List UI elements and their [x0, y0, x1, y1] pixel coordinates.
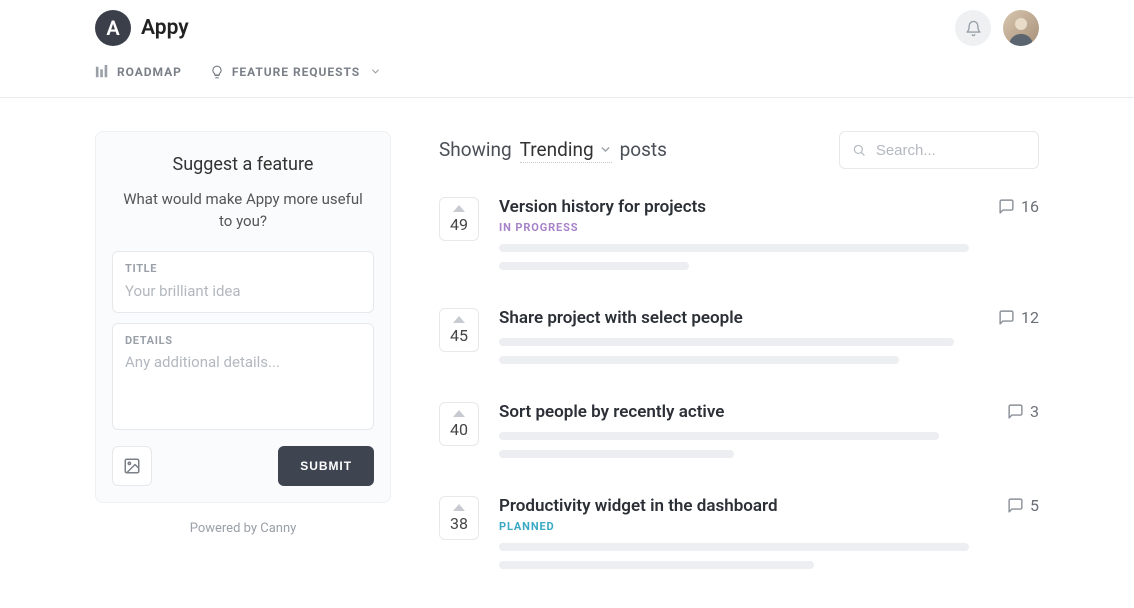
- lightbulb-icon: [210, 65, 224, 79]
- post-title[interactable]: Share project with select people: [499, 308, 743, 328]
- nav-roadmap-label: ROADMAP: [117, 65, 182, 79]
- nav-feature-requests-label: FEATURE REQUESTS: [232, 65, 360, 79]
- vote-count: 45: [450, 326, 468, 345]
- suggest-feature-card: Suggest a feature What would make Appy m…: [95, 131, 391, 503]
- details-field[interactable]: DETAILS: [112, 323, 374, 430]
- comments-link[interactable]: 16: [998, 197, 1039, 216]
- bell-icon: [965, 20, 982, 37]
- nav-roadmap[interactable]: ROADMAP: [95, 65, 182, 79]
- vote-count: 38: [450, 514, 468, 533]
- upvote-icon: [453, 316, 465, 323]
- nav-feature-requests[interactable]: FEATURE REQUESTS: [210, 65, 381, 79]
- avatar-icon: [1003, 10, 1039, 46]
- comment-count: 12: [1021, 308, 1039, 327]
- comments-link[interactable]: 12: [998, 308, 1039, 327]
- comment-count: 5: [1030, 496, 1039, 515]
- comments-link[interactable]: 5: [1007, 496, 1039, 515]
- post-title[interactable]: Productivity widget in the dashboard: [499, 496, 778, 516]
- comments-link[interactable]: 3: [1007, 402, 1039, 421]
- post-title[interactable]: Version history for projects: [499, 197, 706, 217]
- comment-icon: [1007, 403, 1024, 420]
- comment-count: 16: [1021, 197, 1039, 216]
- vote-button[interactable]: 38: [439, 496, 479, 540]
- upvote-icon: [453, 410, 465, 417]
- post-item[interactable]: 45 Share project with select people 12: [439, 308, 1039, 374]
- title-input[interactable]: [125, 282, 361, 300]
- comment-count: 3: [1030, 402, 1039, 421]
- roadmap-icon: [95, 65, 109, 79]
- search-box[interactable]: [839, 131, 1039, 169]
- comment-icon: [998, 309, 1015, 326]
- vote-button[interactable]: 45: [439, 308, 479, 352]
- showing-label: Showing: [439, 138, 512, 161]
- title-field[interactable]: TITLE: [112, 251, 374, 313]
- posts-label: posts: [620, 138, 667, 161]
- powered-by[interactable]: Powered by Canny: [95, 521, 391, 536]
- skeleton-line: [499, 262, 689, 270]
- details-label: DETAILS: [125, 334, 361, 347]
- comment-icon: [1007, 497, 1024, 514]
- post-item[interactable]: 38 Productivity widget in the dashboard …: [439, 496, 1039, 579]
- submit-button[interactable]: SUBMIT: [278, 446, 374, 486]
- search-input[interactable]: [876, 142, 1026, 159]
- sort-value: Trending: [520, 138, 594, 161]
- skeleton-line: [499, 450, 734, 458]
- vote-count: 49: [450, 215, 468, 234]
- post-item[interactable]: 40 Sort people by recently active 3: [439, 402, 1039, 468]
- skeleton-line: [499, 356, 899, 364]
- skeleton-line: [499, 561, 814, 569]
- skeleton-line: [499, 543, 969, 551]
- details-input[interactable]: [125, 353, 361, 413]
- app-logo[interactable]: A: [95, 10, 131, 46]
- suggest-heading: Suggest a feature: [112, 154, 374, 175]
- user-avatar[interactable]: [1003, 10, 1039, 46]
- vote-count: 40: [450, 420, 468, 439]
- showing-row: Showing Trending posts: [439, 138, 667, 163]
- skeleton-line: [499, 338, 954, 346]
- post-item[interactable]: 49 Version history for projects IN PROGR…: [439, 197, 1039, 280]
- skeleton-line: [499, 244, 969, 252]
- post-title[interactable]: Sort people by recently active: [499, 402, 724, 422]
- suggest-subheading: What would make Appy more useful to you?: [112, 189, 374, 233]
- comment-icon: [998, 198, 1015, 215]
- image-icon: [123, 457, 141, 475]
- post-status: PLANNED: [499, 520, 778, 533]
- post-status: IN PROGRESS: [499, 221, 706, 234]
- upvote-icon: [453, 205, 465, 212]
- upvote-icon: [453, 504, 465, 511]
- vote-button[interactable]: 40: [439, 402, 479, 446]
- attach-image-button[interactable]: [112, 446, 152, 486]
- skeleton-line: [499, 432, 939, 440]
- title-label: TITLE: [125, 262, 361, 275]
- notifications-button[interactable]: [955, 10, 991, 46]
- chevron-down-icon: [370, 66, 381, 77]
- chevron-down-icon: [599, 143, 612, 156]
- app-name: Appy: [141, 16, 189, 40]
- sort-select[interactable]: Trending: [520, 138, 612, 163]
- vote-button[interactable]: 49: [439, 197, 479, 241]
- search-icon: [852, 142, 866, 158]
